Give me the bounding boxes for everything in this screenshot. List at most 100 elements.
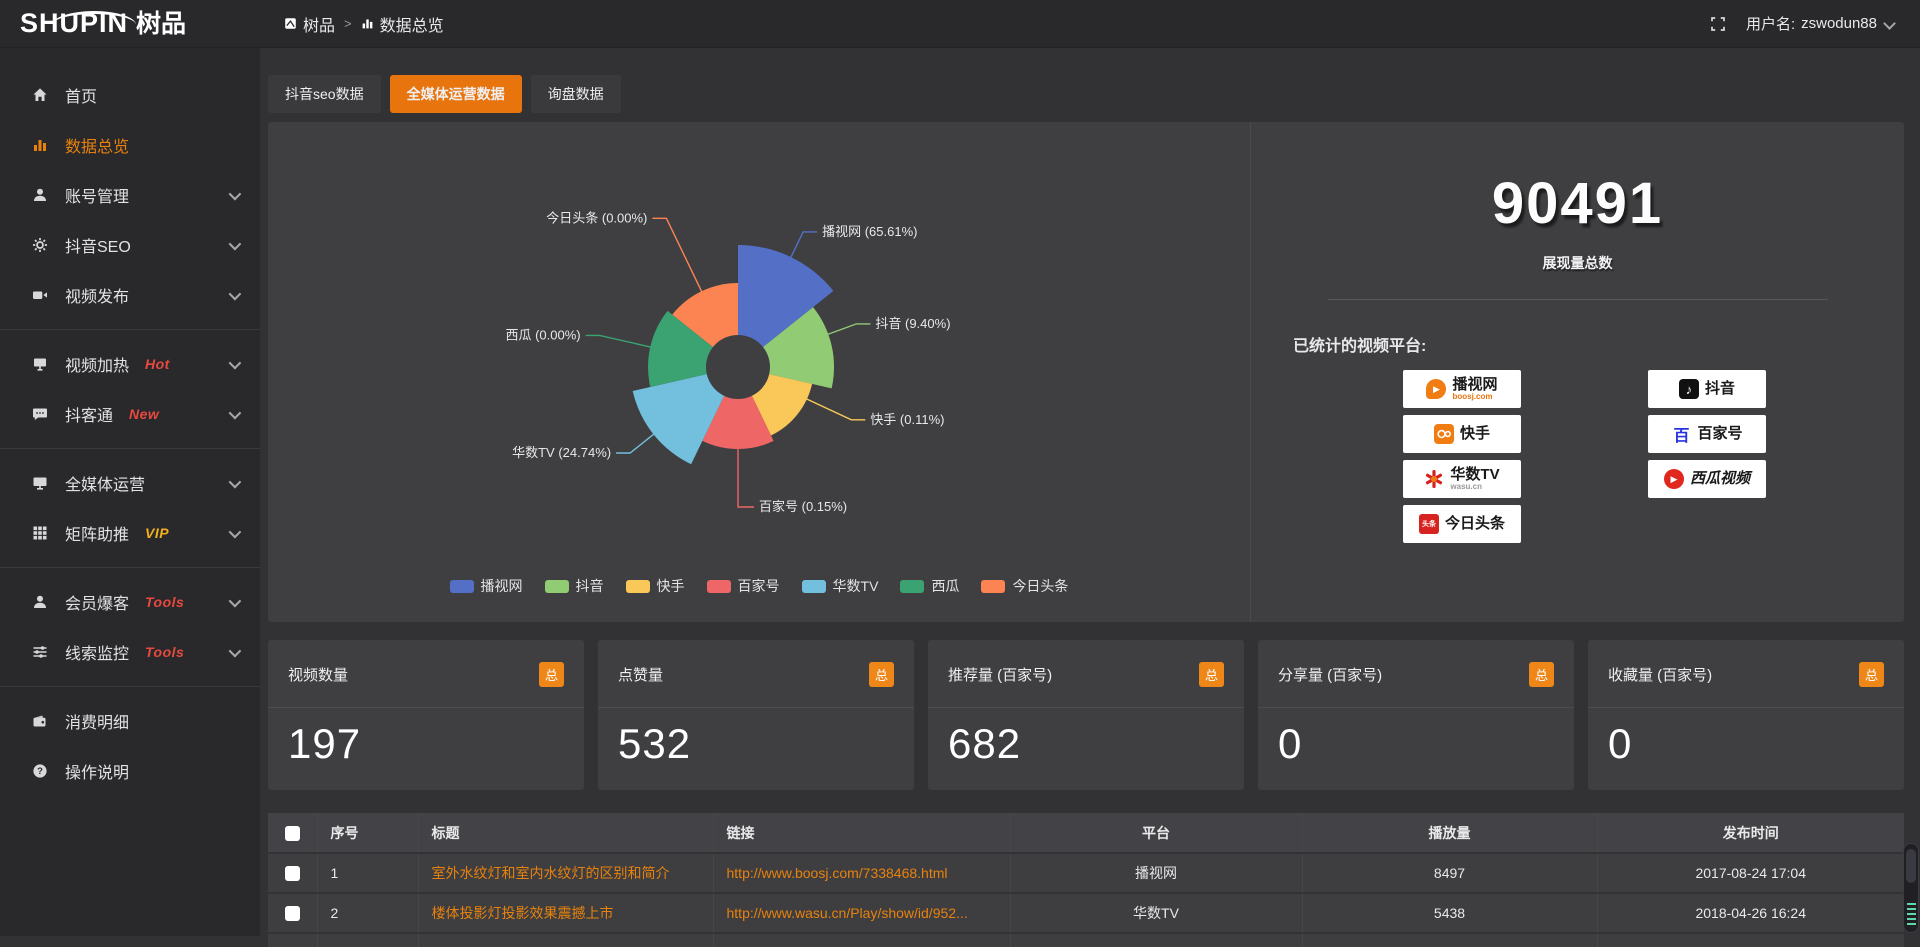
summary-divider	[1328, 299, 1828, 300]
stat-card-value: 0	[1278, 720, 1554, 768]
sidebar-divider	[0, 448, 260, 449]
table-header-2: 链接	[713, 813, 1010, 853]
sidebar-item-video-heating[interactable]: 视频加热Hot	[0, 339, 260, 389]
cell-url-link[interactable]: http://www.wasu.cn/Play/show/id/952...	[713, 893, 1010, 933]
row-checkbox[interactable]	[285, 906, 300, 921]
platform-badge-xigua: ▶西瓜视频	[1648, 460, 1766, 498]
username-label: 用户名:	[1746, 13, 1795, 34]
window-icon	[284, 17, 297, 30]
chart-legend: 播视网 抖音 快手 百家号 华数TV 西瓜 今日头条	[268, 576, 1250, 596]
logo-text-cn: 树品	[136, 12, 186, 37]
pie-hole	[706, 335, 770, 399]
stat-card-value: 197	[288, 720, 564, 768]
legend-item-boshiwang[interactable]: 播视网	[450, 576, 523, 596]
legend-item-douyin[interactable]: 抖音	[545, 576, 604, 596]
table-header-row: 序号标题链接平台播放量发布时间	[268, 813, 1904, 853]
legend-swatch	[450, 580, 474, 593]
cell-time: 2018-04-26 16:24	[1597, 893, 1904, 933]
stat-card-video-count: 视频数量总197	[268, 640, 584, 790]
platform-logo-xigua-icon: ▶	[1664, 469, 1684, 489]
cell-time: 2017-08-24 17:04	[1597, 853, 1904, 893]
sidebar-item-consume-detail[interactable]: 消费明细	[0, 696, 260, 746]
top-header: SHUPIN 树品 树品 > 数据总览 用户名: zswodun88	[0, 0, 1920, 48]
chevron-down-icon	[229, 475, 242, 488]
bar-chart-icon	[361, 17, 374, 30]
legend-label: 西瓜	[931, 576, 959, 596]
tab-douyin-seo-data[interactable]: 抖音seo数据	[268, 75, 381, 113]
table-header-1: 标题	[418, 813, 713, 853]
sidebar-item-label: 账号管理	[65, 183, 129, 207]
sidebar-item-account-management[interactable]: 账号管理	[0, 170, 260, 220]
summary-section: 90491 展现量总数 已统计的视频平台: ▶播视网boosj.com♪抖音快手…	[1250, 122, 1904, 622]
platform-badge-name: 快手	[1460, 426, 1490, 442]
platform-logo-douyin-icon: ♪	[1679, 379, 1699, 399]
sidebar-item-matrix-boost[interactable]: 矩阵助推VIP	[0, 508, 260, 558]
legend-item-kuaishou[interactable]: 快手	[626, 576, 685, 596]
sidebar-divider	[0, 567, 260, 568]
breadcrumb-current[interactable]: 数据总览	[361, 12, 444, 36]
platform-badges: ▶播视网boosj.com♪抖音快手百百家号华数TVwasu.cn▶西瓜视频头条…	[1403, 370, 1904, 543]
total-badge: 总	[869, 662, 894, 687]
sidebar-item-douketong[interactable]: 抖客通New	[0, 389, 260, 439]
pie-label-kuaishou: 快手 (0.11%)	[870, 412, 944, 427]
legend-swatch	[802, 580, 826, 593]
chevron-down-icon	[229, 287, 242, 300]
sidebar-item-media-operation[interactable]: 全媒体运营	[0, 458, 260, 508]
pie-label-toutiao: 今日头条 (0.00%)	[546, 210, 647, 225]
sidebar-item-video-publish[interactable]: 视频发布	[0, 270, 260, 320]
chevron-down-icon	[229, 525, 242, 538]
legend-swatch	[626, 580, 650, 593]
legend-item-baijiahao[interactable]: 百家号	[707, 576, 780, 596]
user-menu[interactable]: 用户名: zswodun88	[1746, 13, 1894, 34]
floating-widget[interactable]	[1903, 843, 1919, 933]
sidebar-item-clue-monitor[interactable]: 线索监控Tools	[0, 627, 260, 677]
legend-label: 抖音	[576, 576, 604, 596]
sidebar-item-label: 抖客通	[65, 402, 113, 426]
gear-icon	[30, 237, 50, 253]
grid-icon	[30, 525, 50, 541]
stat-card-title: 收藏量 (百家号)	[1608, 664, 1712, 685]
pie-label-line	[790, 232, 817, 259]
widget-stripes-icon	[1907, 903, 1916, 925]
sidebar-item-member-baoke[interactable]: 会员爆客Tools	[0, 577, 260, 627]
sidebar-item-douyin-seo[interactable]: 抖音SEO	[0, 220, 260, 270]
pie-label-line	[652, 218, 702, 293]
cell-title-link[interactable]: 楼体投影灯投影效果震撼上市	[418, 893, 713, 933]
platform-badge-kuaishou: 快手	[1403, 415, 1521, 453]
pie-label-line	[805, 398, 865, 420]
tab-inquiry-data[interactable]: 询盘数据	[531, 75, 621, 113]
impressions-total-value: 90491	[1251, 170, 1904, 237]
breadcrumb-separator: >	[344, 16, 352, 31]
platform-badge-baijiahao: 百百家号	[1648, 415, 1766, 453]
legend-item-xigua[interactable]: 西瓜	[900, 576, 959, 596]
chevron-down-icon	[229, 237, 242, 250]
stat-card-value: 532	[618, 720, 894, 768]
cell-index: 2	[317, 893, 418, 933]
chart-panel: 播视网 (65.61%)抖音 (9.40%)快手 (0.11%)百家号 (0.1…	[268, 122, 1904, 622]
chevron-down-icon	[1883, 17, 1896, 30]
username-value: zswodun88	[1801, 15, 1877, 32]
sidebar-item-badge: VIP	[145, 525, 169, 541]
video-icon	[30, 287, 50, 303]
sidebar-item-data-overview[interactable]: 数据总览	[0, 120, 260, 170]
platform-badge-boshiwang: ▶播视网boosj.com	[1403, 370, 1521, 408]
sidebar-item-home[interactable]: 首页	[0, 70, 260, 120]
select-all-checkbox[interactable]	[285, 826, 300, 841]
breadcrumb-root[interactable]: 树品	[284, 12, 335, 36]
sidebar-item-badge: Tools	[145, 644, 184, 660]
tab-media-ops-data[interactable]: 全媒体运营数据	[390, 75, 522, 113]
legend-item-huashu-tv[interactable]: 华数TV	[802, 576, 879, 596]
row-checkbox[interactable]	[285, 866, 300, 881]
question-icon: ?	[30, 763, 50, 779]
fullscreen-icon[interactable]	[1710, 16, 1726, 32]
member-icon	[30, 594, 50, 610]
legend-item-toutiao[interactable]: 今日头条	[981, 576, 1068, 596]
sidebar-item-help[interactable]: ? 操作说明	[0, 746, 260, 796]
platform-badge-name: 百家号	[1697, 426, 1742, 442]
sidebar-item-label: 操作说明	[65, 759, 129, 783]
scroll-thumb[interactable]	[1906, 849, 1916, 883]
table-row: 1室外水纹灯和室内水纹灯的区别和简介http://www.boosj.com/7…	[268, 853, 1904, 893]
cell-url-link[interactable]: http://www.boosj.com/7338468.html	[713, 853, 1010, 893]
cell-title-link[interactable]: 室外水纹灯和室内水纹灯的区别和简介	[418, 853, 713, 893]
sidebar-item-badge: Tools	[145, 594, 184, 610]
